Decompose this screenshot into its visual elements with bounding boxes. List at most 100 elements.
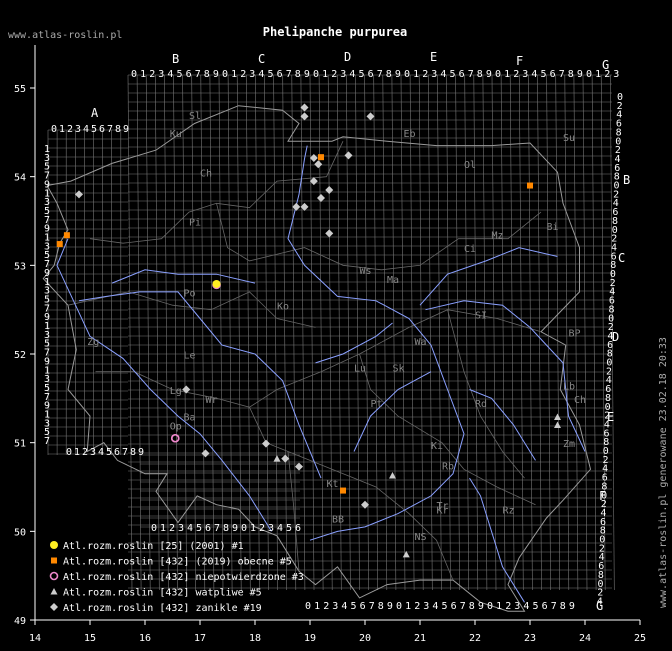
grid-digit: 4 [597, 597, 603, 608]
grid-digit: 8 [560, 601, 566, 612]
grid-digit: 7 [460, 601, 466, 612]
grid-digit: 8 [469, 601, 475, 612]
grid-digit: 0 [305, 601, 311, 612]
region-label: Ch [574, 395, 586, 406]
record-gray-triangle [554, 421, 561, 428]
grid-digit: 0 [151, 523, 157, 534]
grid-line [382, 74, 388, 591]
record-gray-diamond [344, 151, 353, 160]
grid-digit: 6 [542, 601, 548, 612]
grid-digit: 6 [451, 601, 457, 612]
region-label: Wa [415, 337, 427, 348]
region-label: Wr [206, 395, 218, 406]
grid-digit: 8 [477, 69, 483, 80]
grid-digit: 6 [205, 523, 211, 534]
grid-digit: 5 [450, 69, 456, 80]
record-gray-diamond [309, 154, 318, 163]
distribution-map: www.atlas-roslin.pl Phelipanche purpurea… [8, 25, 669, 644]
grid-column-letter: G [602, 58, 609, 72]
grid-digit: 0 [131, 69, 137, 80]
grid-digit: 6 [186, 69, 192, 80]
grid-line [300, 74, 306, 591]
grid-digit: 0 [51, 124, 57, 135]
grid-digit: 2 [414, 601, 420, 612]
x-tick-label: 20 [359, 633, 371, 644]
record-gray-diamond [300, 112, 309, 121]
grid-column-letter: C [258, 52, 265, 66]
grid-digit: 9 [213, 69, 219, 80]
grid-digit: 2 [505, 601, 511, 612]
record-gray-diamond [201, 449, 210, 458]
voivodeship-border [287, 451, 300, 572]
y-tick-label: 51 [14, 439, 26, 450]
record-orange-square [527, 182, 533, 189]
region-label: Sk [393, 364, 405, 375]
grid-digit: 3 [268, 523, 274, 534]
grid-digit: 8 [386, 69, 392, 80]
y-tick-label: 49 [14, 616, 26, 627]
grid-digit: 7 [369, 601, 375, 612]
grid-digit: 8 [223, 523, 229, 534]
grid-line [136, 74, 142, 591]
x-tick-label: 25 [634, 633, 646, 644]
grid-line [427, 74, 433, 591]
grid-line [455, 74, 460, 591]
record-orange-square [318, 154, 324, 161]
grid-line [355, 74, 360, 591]
grid-line [391, 74, 397, 591]
grid-digit: 2 [149, 69, 155, 80]
legend-orange-square-icon [51, 557, 57, 564]
region-label: Ba [184, 413, 196, 424]
grid-digit: 2 [67, 124, 73, 135]
record-gray-diamond [262, 439, 270, 448]
grid-line [264, 74, 269, 591]
grid-digit: 1 [140, 69, 146, 80]
grid-digit: 1 [413, 69, 419, 80]
x-tick-label: 22 [469, 633, 481, 644]
grid-digit: 7 [551, 601, 557, 612]
grid-line [318, 74, 324, 591]
region-label: Ch [200, 169, 212, 180]
region-label: SI [475, 311, 487, 322]
grid-line [555, 74, 561, 591]
region-label: Su [563, 133, 575, 144]
legend-label: Atl.rozm.roslin [432] (2019) obecne #5 [63, 557, 292, 568]
grid-line [218, 74, 224, 591]
grid-line [400, 74, 406, 591]
grid-line [327, 74, 333, 591]
grid-line [200, 74, 206, 591]
grid-digit: 8 [130, 447, 136, 458]
region-label: Rb [442, 461, 454, 472]
legend-label: Atl.rozm.roslin [432] watpliwe #5 [63, 588, 262, 599]
grid-digit: 8 [115, 124, 121, 135]
record-orange-square [340, 487, 346, 494]
y-tick-label: 55 [14, 84, 26, 95]
region-label: Zg [87, 337, 99, 348]
x-tick-label: 16 [139, 633, 151, 644]
record-gray-diamond [314, 160, 323, 169]
grid-digit: 1 [59, 124, 65, 135]
grid-column-letter: A [91, 106, 99, 120]
grid-line [282, 74, 288, 591]
record-gray-diamond [325, 185, 334, 194]
river [353, 371, 432, 452]
river [111, 269, 256, 284]
grid-line [246, 74, 251, 591]
grid-digit: 2 [422, 69, 428, 80]
grid-labels: 0123456789012345678901234567890123456789… [44, 50, 630, 613]
grid-digit: 2 [513, 69, 519, 80]
record-gray-diamond [366, 112, 375, 121]
grid-digit: 6 [277, 69, 283, 80]
grid-digit: 1 [160, 523, 166, 534]
grid-digit: 5 [268, 69, 274, 80]
grid-column-letter: D [344, 50, 351, 64]
grid-line [273, 74, 278, 591]
record-gray-diamond [300, 103, 309, 112]
grid-digit: 4 [349, 69, 355, 80]
grid-digit: 5 [106, 447, 112, 458]
grid-digit: 7 [122, 447, 128, 458]
region-label: Kr [437, 506, 449, 517]
grid-digit: 1 [496, 601, 502, 612]
region-label: Ko [277, 302, 289, 313]
x-tick-label: 24 [579, 633, 591, 644]
